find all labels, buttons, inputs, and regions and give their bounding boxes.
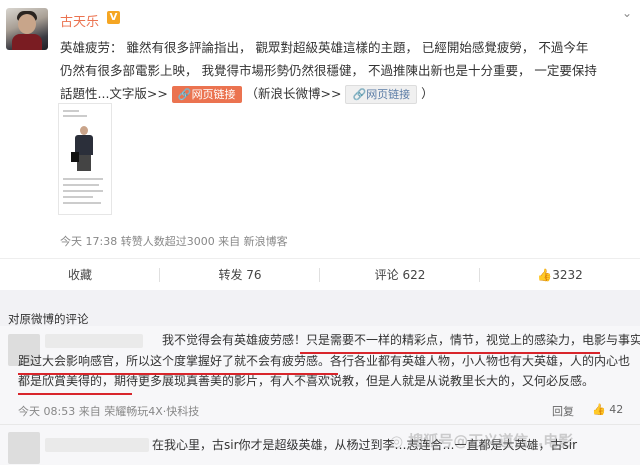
web-link-label: 网页链接 <box>191 88 236 101</box>
comment-like-button[interactable]: 👍 42 <box>592 403 623 416</box>
like-count: 3232 <box>552 268 583 282</box>
chevron-down-icon[interactable]: ⌄ <box>622 6 632 20</box>
post-line: 話題性...文字版>> 🔗网页链接 （新浪长微博>> 🔗网页链接 ） <box>60 82 630 105</box>
post-text-fragment: （新浪长微博>> <box>245 86 342 101</box>
post-line: 英雄疲劳： 雖然有很多評論指出， 觀眾對超級英雄這樣的主題， 已經開始感覺疲勞，… <box>60 40 589 55</box>
favorite-button[interactable]: 收藏 <box>0 259 160 291</box>
verified-badge-icon: V <box>107 11 120 24</box>
post-meta: 今天 17:38 转赞人数超过3000 来自 新浪博客 <box>60 235 288 248</box>
annotation-underline <box>18 373 338 375</box>
repost-button[interactable]: 转发 76 <box>160 259 320 291</box>
post-text-fragment: 話題性...文字版>> <box>60 86 168 101</box>
web-link-button-2[interactable]: 🔗网页链接 <box>345 85 418 104</box>
thumbs-up-icon: 👍 <box>592 403 606 416</box>
link-icon: 🔗 <box>177 88 192 101</box>
post-text-fragment: ） <box>421 86 434 101</box>
commenter-name-blurred[interactable] <box>45 438 149 452</box>
thumbs-up-icon: 👍 <box>537 268 553 282</box>
comment-label: 评论 622 <box>374 268 426 282</box>
commenter-avatar[interactable] <box>8 432 40 464</box>
repost-label: 转发 76 <box>218 268 262 282</box>
comments-section-title: 对原微博的评论 <box>8 312 89 326</box>
username-link[interactable]: 古天乐 <box>60 11 99 30</box>
reply-button[interactable]: 回复 <box>552 403 574 419</box>
favorite-label: 收藏 <box>67 268 92 282</box>
post-line: 仍然有很多部電影上映， 我覺得市場形勢仍然很穩健， 不過推陳出新也是十分重要， … <box>60 63 597 78</box>
post-image-thumbnail[interactable] <box>58 103 112 215</box>
web-link-button[interactable]: 🔗网页链接 <box>171 86 242 103</box>
watermark: ◎ 搜狐号@正义道信…电影 <box>390 432 574 450</box>
post-body: 英雄疲劳： 雖然有很多評論指出， 觀眾對超級英雄這樣的主題， 已經開始感覺疲勞，… <box>60 36 630 105</box>
link-icon: 🔗 <box>352 88 367 101</box>
comment-button[interactable]: 评论 622 <box>320 259 480 291</box>
web-link-label: 网页链接 <box>366 88 411 101</box>
user-avatar[interactable] <box>6 8 48 50</box>
comment-meta: 今天 08:53 来自 荣耀畅玩4X·快科技 <box>18 405 200 418</box>
like-button[interactable]: 👍3232 <box>480 259 640 291</box>
comment-line: 我不觉得会有英雄疲劳感！只是需要不一样的精彩点，情节，视觉上的感染力，电影与事实… <box>162 333 640 347</box>
annotation-underline <box>300 352 600 354</box>
post-actions-bar: 收藏 转发 76 评论 622 👍3232 <box>0 258 640 291</box>
weibo-post-card: 古天乐 V ⌄ 英雄疲劳： 雖然有很多評論指出， 觀眾對超級英雄這樣的主題， 已… <box>0 0 640 290</box>
comment-body: 我不觉得会有英雄疲劳感！只是需要不一样的精彩点，情节，视觉上的感染力，电影与事实… <box>18 330 640 392</box>
comment-like-count: 42 <box>609 403 624 416</box>
annotation-underline <box>18 393 132 395</box>
divider <box>0 424 640 425</box>
